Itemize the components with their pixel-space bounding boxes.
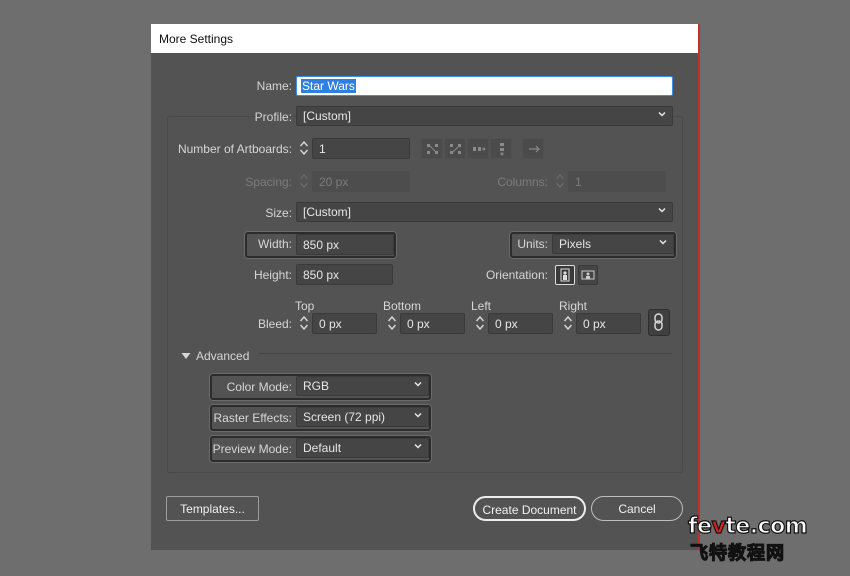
- watermark-part-a: fe: [687, 513, 712, 539]
- chevron-down-icon: [414, 443, 422, 449]
- bleed-bottom-input[interactable]: 0 px: [400, 313, 465, 334]
- stepper-arrows-icon: [475, 315, 485, 331]
- right-to-left-button[interactable]: [522, 138, 544, 159]
- width-label: Width:: [257, 237, 292, 251]
- profile-label: Profile:: [254, 110, 292, 124]
- orientation-label: Orientation:: [485, 268, 548, 282]
- templates-button[interactable]: Templates...: [166, 496, 259, 521]
- bleed-right-label: Right: [559, 299, 588, 313]
- height-label: Height:: [253, 268, 292, 282]
- bleed-label: Bleed:: [257, 317, 292, 331]
- raster-effects-value: Screen (72 ppi): [303, 410, 386, 424]
- columns-input: 1: [568, 171, 666, 192]
- watermark-chinese: 飞特教程网: [690, 543, 785, 565]
- size-dropdown[interactable]: [Custom]: [296, 202, 673, 222]
- color-mode-value: RGB: [303, 379, 330, 393]
- bleed-left-stepper[interactable]: [472, 313, 488, 333]
- bleed-top-label: Top: [295, 299, 315, 313]
- portrait-icon: [560, 268, 570, 282]
- chevron-down-icon: [659, 239, 667, 245]
- profile-value: [Custom]: [303, 109, 352, 123]
- portrait-button[interactable]: [555, 265, 575, 285]
- size-label: Size:: [265, 206, 292, 220]
- link-chain-icon: [654, 313, 663, 331]
- units-dropdown[interactable]: Pixels: [552, 234, 674, 254]
- raster-effects-label: Raster Effects:: [213, 411, 292, 425]
- arrange-by-column-icon: [500, 143, 504, 156]
- columns-stepper: [552, 171, 568, 191]
- color-mode-dropdown[interactable]: RGB: [296, 376, 429, 396]
- preview-mode-value: Default: [303, 441, 342, 455]
- bleed-left-label: Left: [471, 299, 492, 313]
- grid-by-column-button[interactable]: [444, 138, 466, 159]
- height-input[interactable]: 850 px: [296, 264, 393, 285]
- grid-by-column-icon: [450, 144, 461, 154]
- units-label: Units:: [517, 237, 548, 251]
- watermark-part-c: te.com: [725, 513, 809, 539]
- bleed-right-stepper[interactable]: [560, 313, 576, 333]
- collapse-triangle-icon[interactable]: [181, 352, 191, 360]
- columns-label: Columns:: [497, 175, 548, 189]
- stepper-arrows-icon: [563, 315, 573, 331]
- artboards-stepper[interactable]: [296, 138, 312, 158]
- bleed-left-input[interactable]: 0 px: [488, 313, 553, 334]
- bleed-bottom-label: Bottom: [383, 299, 422, 313]
- chevron-down-icon: [414, 381, 422, 387]
- stepper-arrows-icon: [299, 315, 309, 331]
- size-value: [Custom]: [303, 205, 352, 219]
- raster-effects-dropdown[interactable]: Screen (72 ppi): [296, 407, 429, 427]
- advanced-label[interactable]: Advanced: [196, 349, 249, 363]
- artboards-input[interactable]: 1: [312, 138, 410, 159]
- more-settings-dialog: More Settings Name: Star Wars Profile: […: [151, 24, 698, 550]
- spacing-input: 20 px: [312, 171, 410, 192]
- bleed-right-input[interactable]: 0 px: [576, 313, 641, 334]
- advanced-divider: [259, 353, 672, 354]
- preview-mode-dropdown[interactable]: Default: [296, 438, 429, 458]
- landscape-button[interactable]: [578, 265, 598, 285]
- site-watermark: fevte.com 飞特教程网: [687, 513, 838, 565]
- chevron-down-icon: [658, 207, 666, 213]
- bleed-top-input[interactable]: 0 px: [312, 313, 377, 334]
- landscape-icon: [581, 270, 595, 280]
- color-mode-label: Color Mode:: [226, 380, 292, 394]
- preview-mode-label: Preview Mode:: [212, 442, 292, 456]
- stepper-arrows-icon: [555, 173, 565, 189]
- link-bleed-button[interactable]: [648, 309, 670, 336]
- spacing-stepper: [296, 171, 312, 191]
- units-value: Pixels: [559, 237, 592, 251]
- watermark-part-b: v: [711, 513, 727, 539]
- stepper-arrows-icon: [299, 140, 309, 156]
- chevron-down-icon: [414, 412, 422, 418]
- profile-dropdown[interactable]: [Custom]: [296, 106, 673, 126]
- bleed-bottom-stepper[interactable]: [384, 313, 400, 333]
- window-edge-line: [698, 24, 700, 550]
- spacing-label: Spacing:: [245, 175, 292, 189]
- arrange-by-row-icon: [473, 147, 486, 151]
- grid-by-row-button[interactable]: [421, 138, 443, 159]
- name-label: Name:: [256, 79, 292, 93]
- stepper-arrows-icon: [299, 173, 309, 189]
- name-value: Star Wars: [301, 79, 356, 93]
- name-input[interactable]: Star Wars: [296, 76, 673, 96]
- arrange-by-row-button[interactable]: [467, 138, 489, 159]
- stepper-arrows-icon: [387, 315, 397, 331]
- create-document-button[interactable]: Create Document: [473, 496, 586, 521]
- arrange-by-column-button[interactable]: [490, 138, 512, 159]
- grid-by-row-icon: [427, 144, 438, 154]
- dialog-title: More Settings: [151, 24, 698, 53]
- watermark-domain: fevte.com: [687, 513, 809, 539]
- width-input[interactable]: 850 px: [296, 234, 394, 255]
- bleed-top-stepper[interactable]: [296, 313, 312, 333]
- cancel-button[interactable]: Cancel: [591, 496, 683, 521]
- chevron-down-icon: [658, 111, 666, 117]
- artboards-label: Number of Artboards:: [177, 142, 292, 156]
- right-to-left-icon: [529, 145, 540, 153]
